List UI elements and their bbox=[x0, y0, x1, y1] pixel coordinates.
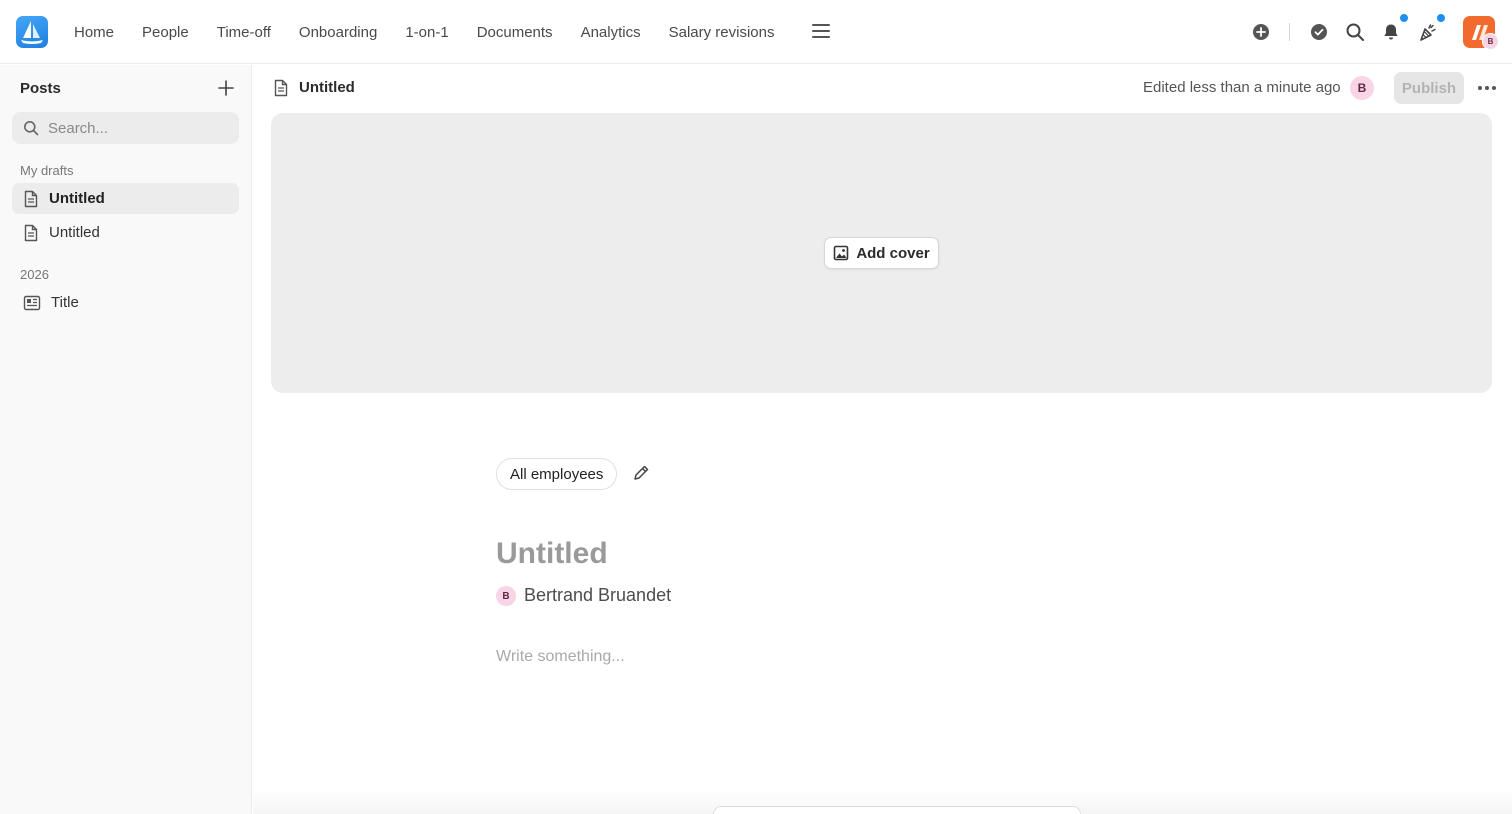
nav-people[interactable]: People bbox=[142, 24, 189, 41]
nav-1-on-1[interactable]: 1-on-1 bbox=[405, 24, 448, 41]
more-options-icon[interactable] bbox=[1478, 86, 1499, 90]
announcement-dot bbox=[1436, 13, 1446, 23]
section-label-2026: 2026 bbox=[20, 267, 49, 282]
document-icon bbox=[24, 190, 38, 207]
search-icon bbox=[24, 121, 39, 136]
search-input[interactable] bbox=[48, 119, 218, 137]
document-icon bbox=[24, 224, 38, 241]
author-name: Bertrand Bruandet bbox=[524, 585, 672, 605]
posts-sidebar: Posts My drafts Untitled Untitled 2026 T… bbox=[0, 65, 252, 814]
nav-salary-revisions[interactable]: Salary revisions bbox=[669, 24, 775, 41]
plus-circle-icon[interactable] bbox=[1251, 22, 1271, 42]
divider bbox=[1289, 23, 1290, 41]
add-cover-button[interactable]: Add cover bbox=[824, 237, 939, 269]
main-nav: Home People Time-off Onboarding 1-on-1 D… bbox=[74, 0, 802, 64]
nav-home[interactable]: Home bbox=[74, 24, 114, 41]
search-box[interactable] bbox=[12, 112, 239, 144]
bell-icon[interactable] bbox=[1381, 22, 1401, 42]
sidebar-item-label: Title bbox=[51, 294, 79, 311]
publish-button[interactable]: Publish bbox=[1394, 72, 1464, 104]
notification-dot bbox=[1399, 13, 1409, 23]
celebration-icon[interactable] bbox=[1418, 22, 1438, 42]
newspaper-icon bbox=[23, 295, 41, 310]
post-title-input[interactable]: Untitled bbox=[496, 537, 608, 571]
user-avatar-badge: B bbox=[1482, 33, 1499, 50]
search-icon[interactable] bbox=[1345, 22, 1365, 42]
account-menu[interactable]: B bbox=[1463, 16, 1499, 50]
section-label-my-drafts: My drafts bbox=[20, 163, 74, 178]
editor-avatar[interactable]: B bbox=[1350, 76, 1374, 100]
author-avatar: B bbox=[496, 586, 516, 606]
post-body-editor[interactable]: Write something... bbox=[496, 648, 625, 666]
top-navigation-bar: Home People Time-off Onboarding 1-on-1 D… bbox=[0, 0, 1512, 64]
pencil-icon bbox=[634, 465, 649, 480]
sidebar-item-draft[interactable]: Untitled bbox=[12, 183, 239, 214]
add-post-button[interactable] bbox=[217, 79, 235, 97]
audience-chip[interactable]: All employees bbox=[496, 458, 618, 490]
last-edited-status: Edited less than a minute ago bbox=[1143, 79, 1341, 96]
sidebar-title: Posts bbox=[20, 80, 61, 97]
edit-audience-button[interactable] bbox=[632, 464, 650, 487]
nav-documents[interactable]: Documents bbox=[477, 24, 553, 41]
nav-time-off[interactable]: Time-off bbox=[217, 24, 271, 41]
document-breadcrumb-title: Untitled bbox=[299, 79, 355, 96]
sidebar-item-label: Untitled bbox=[49, 190, 105, 207]
nav-onboarding[interactable]: Onboarding bbox=[299, 24, 377, 41]
document-icon bbox=[273, 79, 289, 102]
app-logo-icon[interactable] bbox=[16, 16, 48, 48]
image-icon bbox=[834, 245, 849, 261]
check-circle-icon[interactable] bbox=[1309, 22, 1329, 42]
nav-analytics[interactable]: Analytics bbox=[581, 24, 641, 41]
hamburger-icon[interactable] bbox=[812, 24, 830, 40]
floating-toolbar[interactable] bbox=[713, 806, 1081, 814]
sidebar-item-label: Untitled bbox=[49, 224, 100, 241]
add-cover-label: Add cover bbox=[856, 244, 930, 262]
sidebar-item-post[interactable]: Title bbox=[12, 287, 239, 318]
plus-icon bbox=[218, 80, 234, 96]
sidebar-item-draft[interactable]: Untitled bbox=[12, 217, 239, 248]
